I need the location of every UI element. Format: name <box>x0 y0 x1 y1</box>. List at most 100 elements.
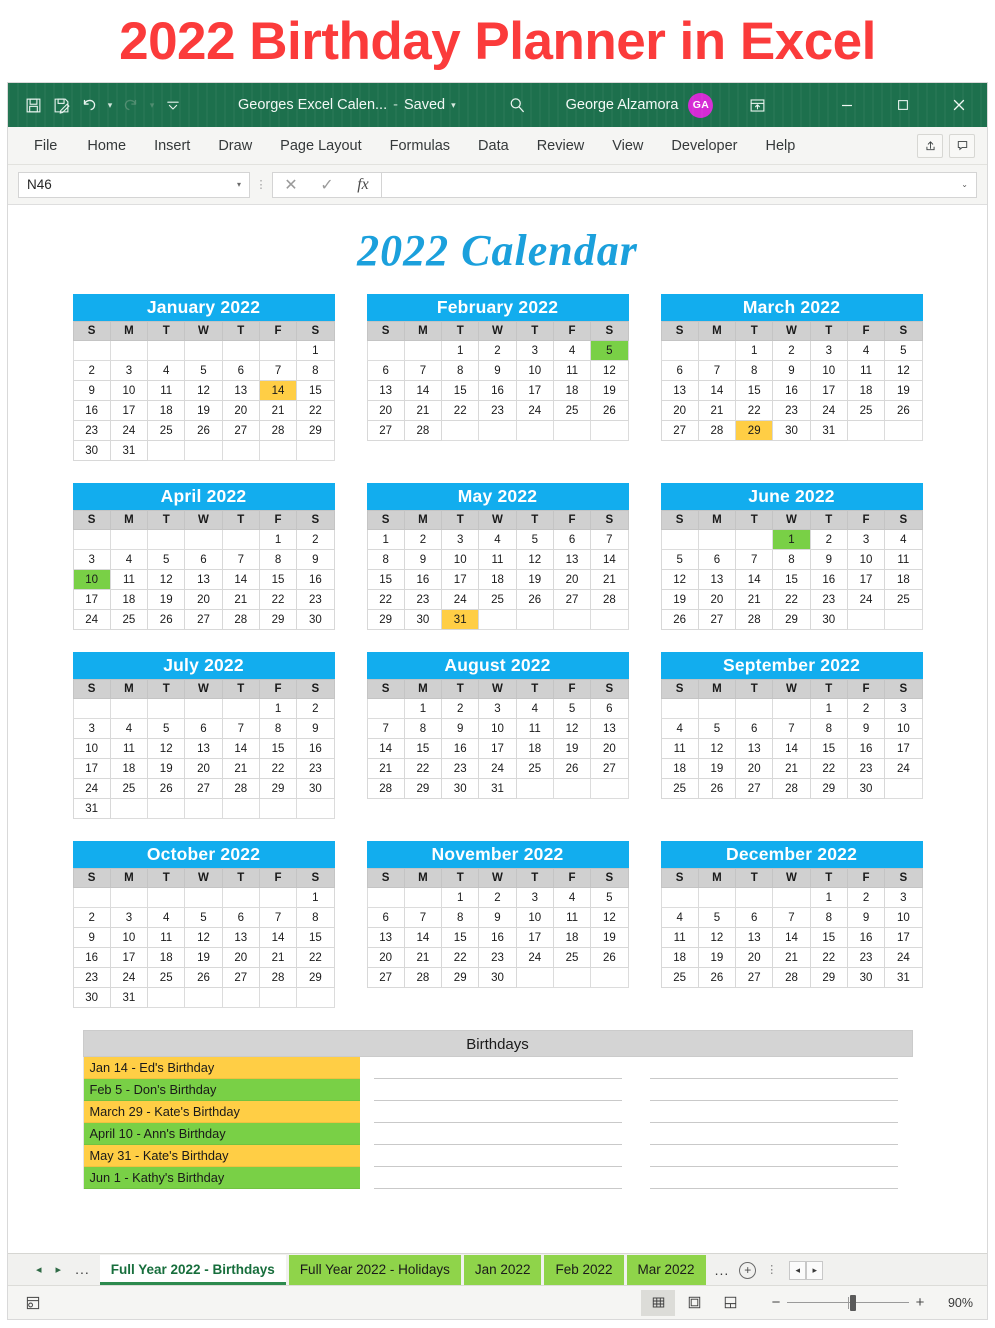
day-cell[interactable]: 21 <box>697 400 737 421</box>
day-cell[interactable]: 26 <box>590 400 629 421</box>
formula-bar-grip[interactable]: ⋮ <box>250 179 272 190</box>
day-cell[interactable]: 18 <box>552 927 592 948</box>
day-cell[interactable]: 26 <box>184 967 223 988</box>
birthday-entry[interactable]: April 10 - Ann's Birthday <box>83 1123 360 1145</box>
day-cell[interactable]: 28 <box>735 609 774 630</box>
day-cell[interactable]: 15 <box>809 927 848 948</box>
day-cell[interactable]: 30 <box>296 778 335 799</box>
day-cell[interactable]: 28 <box>221 778 260 799</box>
day-cell[interactable]: 3 <box>72 549 111 570</box>
day-cell[interactable]: 31 <box>809 420 848 441</box>
zoom-slider[interactable] <box>787 1290 909 1316</box>
ribbon-display-options-icon[interactable] <box>743 91 771 119</box>
day-cell[interactable]: 8 <box>809 718 848 739</box>
day-cell[interactable]: 14 <box>258 927 298 948</box>
day-cell[interactable]: 30 <box>72 440 111 461</box>
tab-help[interactable]: Help <box>752 127 810 165</box>
day-cell[interactable]: 12 <box>590 907 629 928</box>
day-cell[interactable]: 28 <box>403 420 443 441</box>
day-cell[interactable]: 4 <box>552 340 592 361</box>
day-cell[interactable]: 8 <box>772 549 811 570</box>
day-cell[interactable]: 27 <box>366 967 405 988</box>
day-cell[interactable]: 24 <box>72 609 111 630</box>
day-cell[interactable]: 5 <box>590 887 629 908</box>
day-cell[interactable]: 26 <box>697 778 737 799</box>
day-cell[interactable]: 3 <box>884 698 923 719</box>
undo-icon[interactable] <box>76 92 102 118</box>
day-cell[interactable]: 21 <box>221 758 260 779</box>
day-cell[interactable]: 19 <box>884 380 923 401</box>
day-cell[interactable]: 9 <box>296 718 335 739</box>
day-cell[interactable]: 8 <box>296 360 335 381</box>
day-cell[interactable]: 21 <box>590 569 629 590</box>
day-cell[interactable]: 12 <box>660 569 699 590</box>
day-cell[interactable]: 28 <box>403 967 443 988</box>
sheet-tab-full-year-holidays[interactable]: Full Year 2022 - Holidays <box>288 1255 461 1285</box>
day-cell[interactable]: 25 <box>846 400 886 421</box>
day-cell[interactable]: 24 <box>441 589 480 610</box>
day-cell[interactable]: 13 <box>590 718 629 739</box>
sheet-tab-mar-2022[interactable]: Mar 2022 <box>626 1255 706 1285</box>
day-cell[interactable]: 21 <box>403 400 443 421</box>
day-cell[interactable]: 21 <box>772 947 811 968</box>
insert-function-icon[interactable]: fx <box>345 173 381 197</box>
day-cell[interactable]: 20 <box>735 758 774 779</box>
day-cell[interactable]: 4 <box>515 698 554 719</box>
day-cell[interactable]: 23 <box>72 967 111 988</box>
day-cell[interactable]: 20 <box>184 589 223 610</box>
minimize-button[interactable] <box>819 83 875 127</box>
day-cell[interactable]: 16 <box>772 380 811 401</box>
day-cell[interactable]: 6 <box>221 907 260 928</box>
day-cell[interactable]: 31 <box>884 967 923 988</box>
birthday-blank-line[interactable] <box>650 1101 899 1123</box>
day-cell[interactable]: 14 <box>735 569 774 590</box>
day-cell[interactable]: 5 <box>660 549 699 570</box>
search-icon[interactable] <box>502 90 532 120</box>
tab-scroll-left-icon[interactable]: ◂ <box>789 1260 807 1280</box>
day-cell[interactable]: 14 <box>366 738 405 759</box>
document-title[interactable]: Georges Excel Calen... - Saved ▾ <box>238 97 456 113</box>
day-cell[interactable]: 13 <box>552 549 592 570</box>
day-cell[interactable]: 12 <box>697 738 737 759</box>
day-cell[interactable]: 4 <box>109 549 149 570</box>
day-cell[interactable]: 29 <box>772 609 811 630</box>
day-cell[interactable]: 9 <box>478 360 517 381</box>
day-cell[interactable]: 24 <box>478 758 517 779</box>
day-cell[interactable]: 7 <box>735 549 774 570</box>
day-cell[interactable]: 9 <box>296 549 335 570</box>
day-cell[interactable]: 16 <box>296 738 335 759</box>
day-cell[interactable]: 21 <box>258 400 298 421</box>
customize-quick-access-icon[interactable] <box>160 92 186 118</box>
day-cell[interactable]: 5 <box>184 907 223 928</box>
day-cell[interactable]: 11 <box>109 738 149 759</box>
day-cell[interactable]: 2 <box>296 529 335 550</box>
day-cell[interactable]: 28 <box>697 420 737 441</box>
day-cell[interactable]: 4 <box>147 907 186 928</box>
birthday-entry[interactable]: Jun 1 - Kathy's Birthday <box>83 1167 360 1189</box>
birthday-blank-line[interactable] <box>373 1057 623 1079</box>
day-cell[interactable]: 24 <box>515 947 554 968</box>
day-cell[interactable]: 30 <box>772 420 811 441</box>
day-cell[interactable]: 17 <box>515 927 554 948</box>
day-cell[interactable]: 4 <box>109 718 149 739</box>
day-cell[interactable]: 11 <box>109 569 149 590</box>
birthdays-blank-column-1[interactable] <box>360 1057 636 1189</box>
day-cell[interactable]: 4 <box>660 718 699 739</box>
day-cell[interactable]: 13 <box>697 569 737 590</box>
day-cell[interactable]: 10 <box>109 380 149 401</box>
day-cell[interactable]: 19 <box>515 569 554 590</box>
day-cell[interactable]: 27 <box>590 758 629 779</box>
day-cell[interactable]: 12 <box>552 718 592 739</box>
day-cell[interactable]: 15 <box>441 380 480 401</box>
record-macro-icon[interactable] <box>22 1292 44 1314</box>
day-cell[interactable]: 18 <box>884 569 923 590</box>
day-cell[interactable]: 24 <box>884 758 923 779</box>
day-cell[interactable]: 13 <box>366 380 405 401</box>
day-cell[interactable]: 6 <box>697 549 737 570</box>
tab-view[interactable]: View <box>598 127 657 165</box>
day-cell[interactable]: 2 <box>403 529 443 550</box>
day-cell[interactable]: 18 <box>552 380 592 401</box>
day-cell-highlighted[interactable]: 5 <box>590 340 629 361</box>
day-cell[interactable]: 6 <box>735 907 774 928</box>
day-cell[interactable]: 10 <box>478 718 517 739</box>
